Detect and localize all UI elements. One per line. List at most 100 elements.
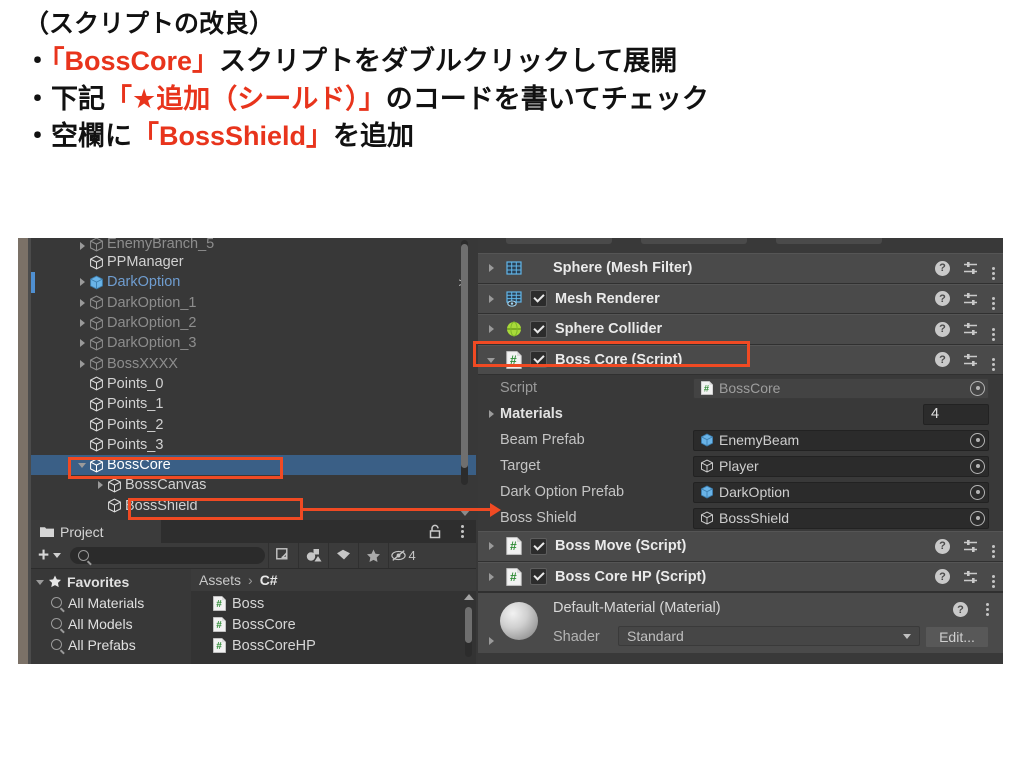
triangle-right-icon[interactable]	[486, 293, 498, 305]
property-object-field[interactable]: DarkOption	[693, 481, 989, 503]
preset-icon[interactable]	[963, 353, 979, 367]
hierarchy-item[interactable]: Points_1	[31, 394, 476, 414]
inspector-component-header[interactable]: Sphere (Mesh Filter)?	[478, 253, 1003, 284]
component-enabled-checkbox[interactable]	[530, 537, 547, 555]
favorites-header[interactable]: Favorites	[31, 571, 191, 592]
triangle-down-icon[interactable]	[486, 354, 498, 366]
hierarchy-scrollbar[interactable]	[461, 240, 468, 485]
hierarchy-list[interactable]: EnemyBranch_5PPManagerDarkOption> DarkOpt…	[31, 238, 476, 520]
asset-item[interactable]: # BossCore	[191, 614, 476, 635]
hierarchy-item[interactable]: BossXXXX	[31, 353, 476, 373]
hidden-assets-count[interactable]: 4	[388, 543, 418, 568]
partial-button-2[interactable]	[641, 238, 747, 244]
material-menu-icon[interactable]	[986, 603, 989, 606]
hierarchy-panel[interactable]: EnemyBranch_5PPManagerDarkOption> DarkOpt…	[31, 238, 476, 520]
favorites-item[interactable]: All Prefabs	[31, 634, 191, 655]
preset-icon[interactable]	[963, 261, 979, 275]
component-enabled-checkbox[interactable]	[530, 568, 547, 586]
property-object-field[interactable]: BossShield	[693, 507, 989, 529]
object-picker-icon[interactable]	[970, 510, 985, 526]
asset-list[interactable]: # Boss # BossCore # BossCoreHP	[191, 591, 476, 664]
inspector-component-header[interactable]: Mesh Renderer?	[478, 283, 1003, 314]
help-icon[interactable]: ?	[935, 569, 950, 585]
inspector-property-row[interactable]: Boss Shield BossShield	[478, 505, 1003, 531]
triangle-right-icon[interactable]	[486, 323, 498, 335]
triangle-right-icon[interactable]	[77, 337, 89, 349]
object-picker-icon[interactable]	[970, 380, 985, 396]
lock-icon[interactable]	[428, 524, 442, 539]
hierarchy-item[interactable]: BossCore	[31, 454, 476, 476]
component-menu-icon[interactable]	[992, 327, 995, 331]
search-input[interactable]	[70, 547, 266, 564]
asset-item[interactable]: # Boss	[191, 593, 476, 614]
breadcrumb-current[interactable]: C#	[260, 572, 278, 588]
component-menu-icon[interactable]	[992, 297, 995, 301]
help-icon[interactable]: ?	[935, 260, 950, 276]
component-enabled-checkbox[interactable]	[530, 320, 547, 338]
hierarchy-item[interactable]: EnemyBranch_5	[31, 238, 476, 252]
inspector-property-row[interactable]: Dark Option Prefab DarkOption	[478, 479, 1003, 505]
property-number-field[interactable]: 4	[923, 403, 989, 425]
hierarchy-item[interactable]: PPManager	[31, 252, 476, 272]
inspector-properties[interactable]: Script # BossCore Materials 4 Beam Prefab Enem…	[478, 375, 1003, 531]
hierarchy-item[interactable]: BossShield	[31, 496, 476, 516]
property-object-field[interactable]: Player	[693, 455, 989, 477]
favorites-item[interactable]: All Models	[31, 613, 191, 634]
component-menu-icon[interactable]	[992, 266, 995, 270]
inspector-property-row[interactable]: Script # BossCore	[478, 375, 1003, 401]
edit-shader-button[interactable]: Edit...	[925, 626, 989, 648]
preset-icon[interactable]	[963, 570, 979, 584]
inspector-panel[interactable]: Sphere (Mesh Filter)? Mesh Renderer? Spher…	[478, 238, 1003, 664]
inspector-property-row[interactable]: Beam Prefab EnemyBeam	[478, 427, 1003, 453]
inspector-property-row[interactable]: Materials 4	[478, 401, 1003, 427]
property-object-field[interactable]: EnemyBeam	[693, 429, 989, 451]
triangle-right-icon[interactable]	[486, 571, 498, 583]
asset-item[interactable]: # BossCoreHP	[191, 635, 476, 656]
help-icon[interactable]: ?	[935, 538, 950, 554]
component-enabled-checkbox[interactable]	[530, 290, 547, 308]
assets-scrollbar[interactable]	[465, 607, 472, 657]
inspector-component-header[interactable]: # Boss Move (Script)?	[478, 531, 1003, 562]
hierarchy-item[interactable]: DarkOption_3	[31, 333, 476, 353]
partial-button-1[interactable]	[506, 238, 612, 244]
triangle-right-icon[interactable]	[77, 240, 89, 252]
triangle-right-icon[interactable]	[77, 276, 89, 288]
material-preview[interactable]: Default-Material (Material) ? Shader Sta…	[478, 592, 1003, 653]
triangle-right-icon[interactable]	[77, 358, 89, 370]
component-menu-icon[interactable]	[992, 358, 995, 362]
assets-scroll-up-icon[interactable]	[464, 594, 474, 600]
component-menu-icon[interactable]	[992, 575, 995, 579]
search-in-window-icon[interactable]	[268, 543, 298, 568]
shader-dropdown[interactable]: Standard	[618, 626, 920, 646]
help-icon[interactable]: ?	[935, 352, 950, 368]
triangle-down-icon[interactable]	[77, 459, 89, 471]
hierarchy-item[interactable]: DarkOption>	[31, 272, 476, 293]
component-menu-icon[interactable]	[992, 544, 995, 548]
triangle-right-icon[interactable]	[486, 262, 498, 274]
favorites-star-icon[interactable]	[358, 543, 388, 568]
tab-project[interactable]: Project	[31, 520, 161, 543]
preset-icon[interactable]	[963, 292, 979, 306]
help-icon[interactable]: ?	[935, 321, 950, 337]
breadcrumb-root[interactable]: Assets	[199, 572, 241, 588]
inspector-component-header[interactable]: # Boss Core HP (Script)?	[478, 561, 1003, 592]
hierarchy-item[interactable]: BossCanvas	[31, 475, 476, 495]
component-enabled-checkbox[interactable]	[530, 351, 547, 369]
inspector-component-header[interactable]: Sphere Collider?	[478, 314, 1003, 345]
inspector-property-row[interactable]: Target Player	[478, 453, 1003, 479]
triangle-right-icon[interactable]	[77, 317, 89, 329]
partial-button-3[interactable]	[776, 238, 882, 244]
property-object-field[interactable]: # BossCore	[693, 377, 989, 399]
triangle-right-icon[interactable]	[486, 540, 498, 552]
triangle-right-icon[interactable]	[486, 408, 498, 420]
help-icon[interactable]: ?	[935, 291, 950, 307]
project-menu-icon[interactable]	[461, 525, 464, 528]
inspector-components-lower[interactable]: # Boss Move (Script)? # Boss Core HP (Scrip…	[478, 531, 1003, 592]
project-panel[interactable]: Project + 4 Favorites All Materials All …	[31, 520, 476, 664]
help-icon[interactable]: ?	[953, 602, 968, 617]
favorites-item[interactable]: All Materials	[31, 592, 191, 613]
hierarchy-item[interactable]: Points_0	[31, 374, 476, 394]
object-picker-icon[interactable]	[970, 458, 985, 474]
preset-icon[interactable]	[963, 539, 979, 553]
filter-by-type-icon[interactable]	[298, 543, 328, 568]
